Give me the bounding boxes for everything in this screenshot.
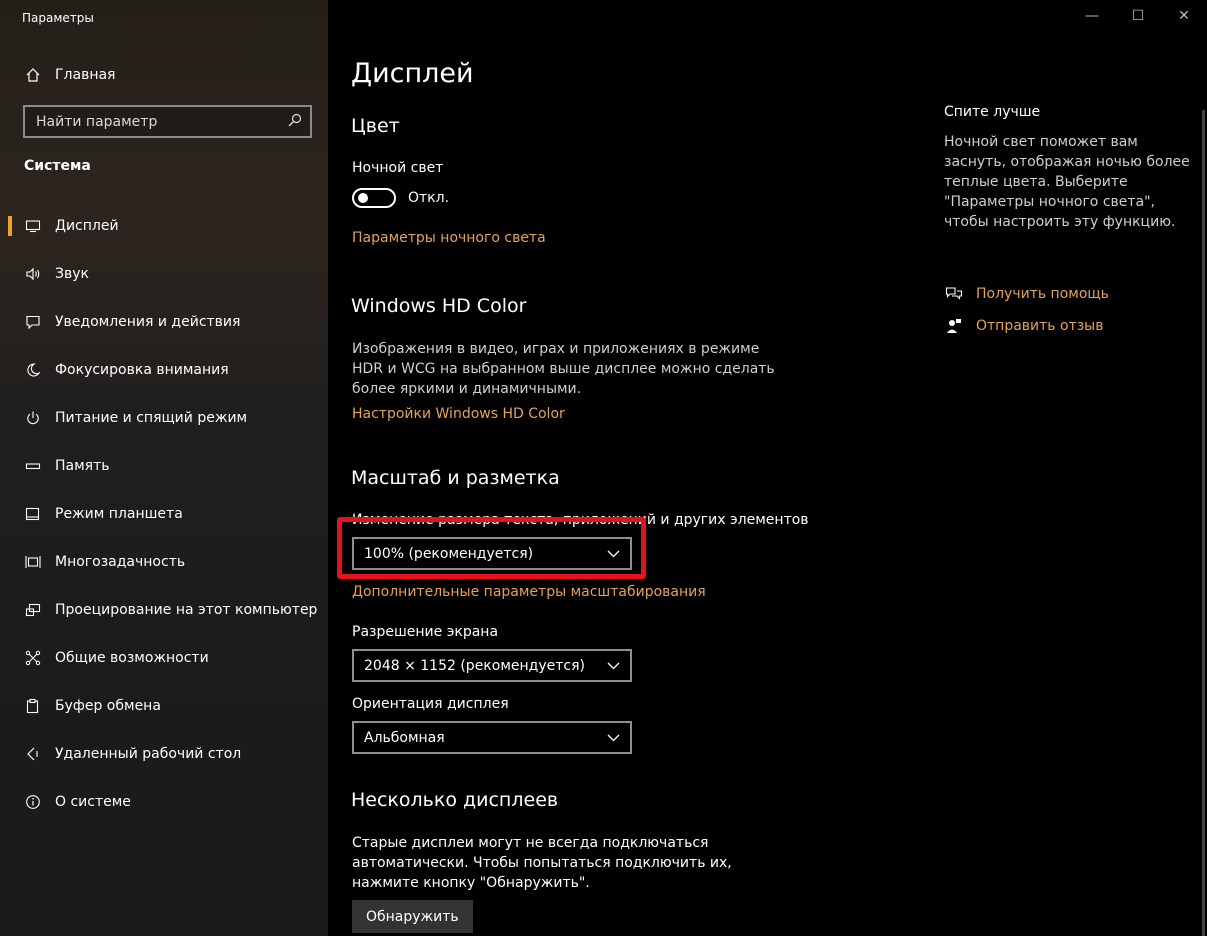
help-chat-icon xyxy=(944,286,964,302)
sidebar-item-label: Питание и спящий режим xyxy=(55,410,248,426)
search-icon[interactable] xyxy=(288,112,302,131)
feedback-person-icon xyxy=(944,318,964,334)
sidebar-item-label: Удаленный рабочий стол xyxy=(55,746,242,762)
main-content: — ☐ ✕ Дисплей Цвет Ночной свет Откл. Пар… xyxy=(328,0,1207,936)
sidebar-item-label: Звук xyxy=(55,266,89,282)
search-box[interactable] xyxy=(23,105,312,138)
orientation-label: Ориентация дисплея xyxy=(352,696,509,712)
hd-color-section-title: Windows HD Color xyxy=(351,295,527,317)
resolution-dropdown[interactable]: 2048 × 1152 (рекомендуется) xyxy=(352,649,632,682)
send-feedback-label: Отправить отзыв xyxy=(976,318,1104,334)
project-icon xyxy=(22,602,44,618)
minimize-button[interactable]: — xyxy=(1069,0,1115,32)
sidebar-item-display[interactable]: Дисплей xyxy=(0,202,328,250)
maximize-button[interactable]: ☐ xyxy=(1115,0,1161,32)
hd-color-description: Изображения в видео, играх и приложениях… xyxy=(352,341,775,397)
sidebar-item-label: Главная xyxy=(55,67,116,83)
sidebar-item-about[interactable]: О системе xyxy=(0,778,328,826)
tip-description: Ночной свет поможет вам заснуть, отображ… xyxy=(944,134,1190,230)
night-light-state: Откл. xyxy=(408,190,450,206)
sidebar-nav: Дисплей Звук Уведомления и действия Фоку… xyxy=(0,202,328,826)
window-controls: — ☐ ✕ xyxy=(1069,0,1207,32)
home-icon xyxy=(22,67,44,83)
sidebar-item-home[interactable]: Главная xyxy=(22,63,115,87)
get-help-label: Получить помощь xyxy=(976,286,1109,302)
sidebar-item-sound[interactable]: Звук xyxy=(0,250,328,298)
resolution-label: Разрешение экрана xyxy=(352,624,499,640)
clipboard-icon xyxy=(22,698,44,714)
speaker-icon xyxy=(22,266,44,282)
sidebar-item-tablet[interactable]: Режим планшета xyxy=(0,490,328,538)
send-feedback-link[interactable]: Отправить отзыв xyxy=(944,318,1103,334)
sidebar-item-focus[interactable]: Фокусировка внимания xyxy=(0,346,328,394)
sidebar-item-notifications[interactable]: Уведомления и действия xyxy=(0,298,328,346)
advanced-scaling-link[interactable]: Дополнительные параметры масштабирования xyxy=(352,584,706,600)
section-title: Система xyxy=(24,158,91,174)
tip-title: Спите лучше xyxy=(944,104,1041,120)
sidebar-item-clipboard[interactable]: Буфер обмена xyxy=(0,682,328,730)
sidebar-item-label: Общие возможности xyxy=(55,650,209,666)
search-input[interactable] xyxy=(36,113,276,130)
sidebar-item-label: Дисплей xyxy=(55,218,119,234)
night-light-settings-link[interactable]: Параметры ночного света xyxy=(352,230,546,246)
sidebar-item-shared[interactable]: Общие возможности xyxy=(0,634,328,682)
scrollbar[interactable] xyxy=(1202,110,1205,936)
detect-button[interactable]: Обнаружить xyxy=(352,900,473,933)
notification-icon xyxy=(22,314,44,330)
moon-icon xyxy=(22,362,44,378)
sidebar-item-label: Буфер обмена xyxy=(55,698,161,714)
shared-icon xyxy=(22,650,44,666)
sidebar-item-label: Многозадачность xyxy=(55,554,186,570)
sidebar-item-label: Проецирование на этот компьютер xyxy=(55,602,318,618)
sidebar-item-projecting[interactable]: Проецирование на этот компьютер xyxy=(0,586,328,634)
sidebar-item-label: Режим планшета xyxy=(55,506,183,522)
sidebar-item-storage[interactable]: Память xyxy=(0,442,328,490)
sidebar: Параметры Главная Система Дисплей Звук У… xyxy=(0,0,328,936)
page-title: Дисплей xyxy=(351,58,474,89)
night-light-toggle[interactable] xyxy=(352,188,396,208)
night-light-label: Ночной свет xyxy=(352,160,444,176)
sidebar-item-label: О системе xyxy=(55,794,131,810)
info-icon xyxy=(22,794,44,810)
monitor-icon xyxy=(22,218,44,234)
sidebar-item-label: Уведомления и действия xyxy=(55,314,241,330)
get-help-link[interactable]: Получить помощь xyxy=(944,286,1109,302)
scale-section-title: Масштаб и разметка xyxy=(351,467,560,489)
tablet-icon xyxy=(22,506,44,522)
sidebar-item-remote[interactable]: Удаленный рабочий стол xyxy=(0,730,328,778)
remote-icon xyxy=(22,746,44,762)
scale-highlight-box xyxy=(337,517,646,579)
sidebar-item-power[interactable]: Питание и спящий режим xyxy=(0,394,328,442)
chevron-down-icon xyxy=(606,659,620,673)
power-icon xyxy=(22,410,44,426)
hd-color-settings-link[interactable]: Настройки Windows HD Color xyxy=(352,406,565,422)
multitask-icon xyxy=(22,554,44,570)
storage-icon xyxy=(22,458,44,474)
sidebar-item-label: Память xyxy=(55,458,110,474)
multi-display-description: Старые дисплеи могут не всегда подключат… xyxy=(352,835,732,891)
resolution-value: 2048 × 1152 (рекомендуется) xyxy=(364,657,585,674)
sidebar-item-label: Фокусировка внимания xyxy=(55,362,229,378)
app-title: Параметры xyxy=(22,11,94,25)
color-section-title: Цвет xyxy=(351,115,400,137)
orientation-dropdown[interactable]: Альбомная xyxy=(352,721,632,754)
chevron-down-icon xyxy=(606,731,620,745)
sidebar-item-multitasking[interactable]: Многозадачность xyxy=(0,538,328,586)
close-button[interactable]: ✕ xyxy=(1161,0,1207,32)
multi-display-section-title: Несколько дисплеев xyxy=(351,789,559,811)
orientation-value: Альбомная xyxy=(364,729,445,746)
